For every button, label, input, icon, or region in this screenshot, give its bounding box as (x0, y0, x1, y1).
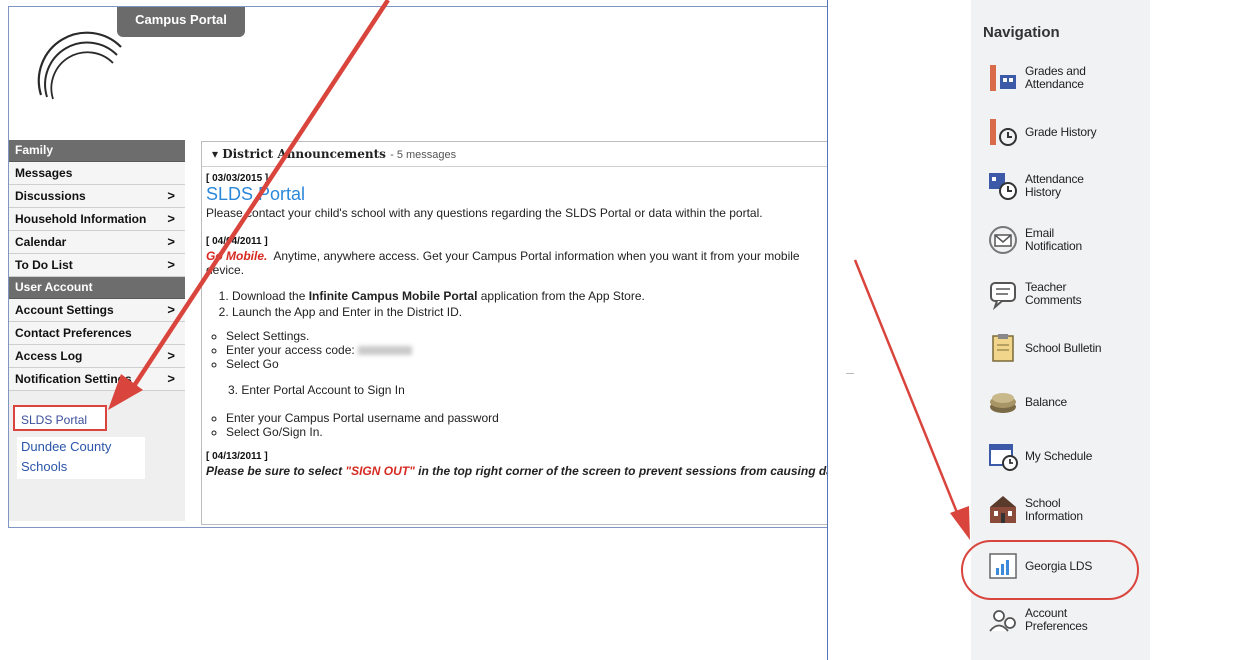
nav-item-teacher-comments[interactable]: Teacher Comments (981, 272, 1146, 316)
sidebar-item-contact-preferences[interactable]: Contact Preferences (9, 322, 185, 345)
collapse-triangle-icon[interactable]: ▾ (212, 147, 218, 161)
nav-item-label: Email Notification (1025, 226, 1082, 253)
sidebar-item-label: Account Settings (15, 303, 114, 317)
nav-item-email-notification[interactable]: Email Notification (981, 218, 1146, 262)
announcement-date: [ 04/13/2011 ] (206, 451, 268, 462)
nav-item-label: School Information (1025, 496, 1083, 523)
announcements-panel: ▾ District Announcements - 5 messages [ … (201, 141, 828, 525)
nav-item-label: Grade History (1025, 124, 1097, 139)
sidebar-item-discussions[interactable]: Discussions > (9, 185, 185, 208)
sidebar-item-label: Discussions (15, 189, 86, 203)
sub-step: Enter your Campus Portal username and pa… (226, 411, 827, 425)
mobile-text: Anytime, anywhere access. Get your Campu… (206, 249, 800, 277)
nav-item-my-schedule[interactable]: My Schedule (981, 434, 1146, 478)
sidebar-item-notification-settings[interactable]: Notification Settings > (9, 368, 185, 391)
campus-logo-icon (37, 31, 122, 100)
grades-icon (981, 58, 1025, 98)
sub-step: Select Settings. (226, 329, 827, 343)
sidebar-item-label: Notification Settings (15, 372, 132, 386)
nav-item-label: Attendance History (1025, 172, 1084, 199)
announcements-header[interactable]: ▾ District Announcements - 5 messages (202, 142, 827, 167)
sidebar-item-label: To Do List (15, 258, 73, 272)
nav-item-label: Grades and Attendance (1025, 64, 1086, 91)
nav-item-label: Account Preferences (1025, 606, 1088, 633)
mobile-steps: Download the Infinite Campus Mobile Port… (232, 289, 827, 319)
nav-item-attendance-history[interactable]: Attendance History (981, 164, 1146, 208)
user-account-header: User Account (9, 277, 185, 299)
nav-item-label: My Schedule (1025, 448, 1093, 463)
school-icon (981, 490, 1025, 530)
sidebar-item-household-information[interactable]: Household Information > (9, 208, 185, 231)
sidebar-item-messages[interactable]: Messages (9, 162, 185, 185)
announcement-date: [ 04/04/2011 ] (206, 236, 268, 247)
chevron-right-icon: > (167, 188, 175, 203)
sidebar-item-label: Contact Preferences (15, 326, 132, 340)
chevron-right-icon: > (167, 302, 175, 317)
nav-item-account-preferences[interactable]: Account Preferences (981, 598, 1146, 642)
chevron-right-icon: > (167, 234, 175, 249)
blurred-access-code (358, 346, 413, 356)
nav-item-grades-and-attendance[interactable]: Grades and Attendance (981, 56, 1146, 100)
bulletin-icon (981, 328, 1025, 368)
announcement-title: SLDS Portal (206, 184, 306, 204)
sub-step: Select Go (226, 357, 827, 371)
account-icon (981, 600, 1025, 640)
nav-item-label: School Bulletin (1025, 340, 1102, 355)
navigation-title: Navigation (983, 24, 1060, 41)
slds-portal-link[interactable]: SLDS Portal (13, 405, 107, 431)
sidebar-item-access-log[interactable]: Access Log > (9, 345, 185, 368)
chevron-right-icon: > (167, 257, 175, 272)
sub-steps: Enter your Campus Portal username and pa… (226, 411, 827, 439)
sidebar-item-calendar[interactable]: Calendar > (9, 231, 185, 254)
sidebar-item-label: Calendar (15, 235, 67, 249)
announcement-text: Go Mobile. Anytime, anywhere access. Get… (206, 249, 827, 277)
sidebar-item-label: Access Log (15, 349, 83, 363)
divider (846, 373, 854, 374)
sidebar-item-label: Household Information (15, 212, 147, 226)
email-icon (981, 220, 1025, 260)
message-count: - 5 messages (390, 149, 457, 161)
family-header: Family (9, 140, 185, 162)
sidebar-item-account-settings[interactable]: Account Settings > (9, 299, 185, 322)
account-menu: Account Settings > Contact Preferences Acce… (9, 299, 185, 391)
go-mobile-label: Go Mobile. (206, 249, 268, 263)
announcement-text: Please contact your child's school with … (206, 206, 763, 220)
nav-item-label: Balance (1025, 394, 1067, 409)
nav-item-school-information[interactable]: School Information (981, 488, 1146, 532)
signout-notice: Please be sure to select "SIGN OUT" in t… (206, 464, 828, 478)
app-tab[interactable]: Campus Portal (117, 7, 245, 37)
family-menu: Messages Discussions > Household Informatio… (9, 162, 185, 277)
georgia-lds-highlight (961, 540, 1139, 600)
sub-step: Enter your access code: (226, 343, 827, 357)
campus-portal-panel: Campus Portal Family Messages Discussions… (8, 6, 828, 528)
chevron-right-icon: > (167, 371, 175, 386)
schedule-icon (981, 436, 1025, 476)
navigation-panel: Navigation Grades and Attendance Grade His… (827, 0, 1247, 660)
sub-steps: Select Settings. Enter your access code:… (226, 329, 827, 371)
sidebar-item-label: Messages (15, 166, 73, 180)
nav-item-grade-history[interactable]: Grade History (981, 110, 1146, 154)
sub-step: Select Go/Sign In. (226, 425, 827, 439)
announcements-title: District Announcements (222, 147, 386, 161)
sidebar-item-to-do-list[interactable]: To Do List > (9, 254, 185, 277)
sidebar: Family Messages Discussions > Household Inf… (9, 140, 185, 521)
comments-icon (981, 274, 1025, 314)
balance-icon (981, 382, 1025, 422)
district-link[interactable]: Dundee County Schools (17, 437, 145, 479)
announcement-date: [ 03/03/2015 ] (206, 173, 269, 184)
nav-item-school-bulletin[interactable]: School Bulletin (981, 326, 1146, 370)
attendance-history-icon (981, 166, 1025, 206)
grade-history-icon (981, 112, 1025, 152)
nav-item-balance[interactable]: Balance (981, 380, 1146, 424)
chevron-right-icon: > (167, 211, 175, 226)
step-item: Launch the App and Enter in the District… (232, 305, 827, 319)
step-item: Download the Infinite Campus Mobile Port… (232, 289, 827, 303)
nav-item-label: Teacher Comments (1025, 280, 1082, 307)
step-item: 3. Enter Portal Account to Sign In (228, 383, 405, 397)
chevron-right-icon: > (167, 348, 175, 363)
